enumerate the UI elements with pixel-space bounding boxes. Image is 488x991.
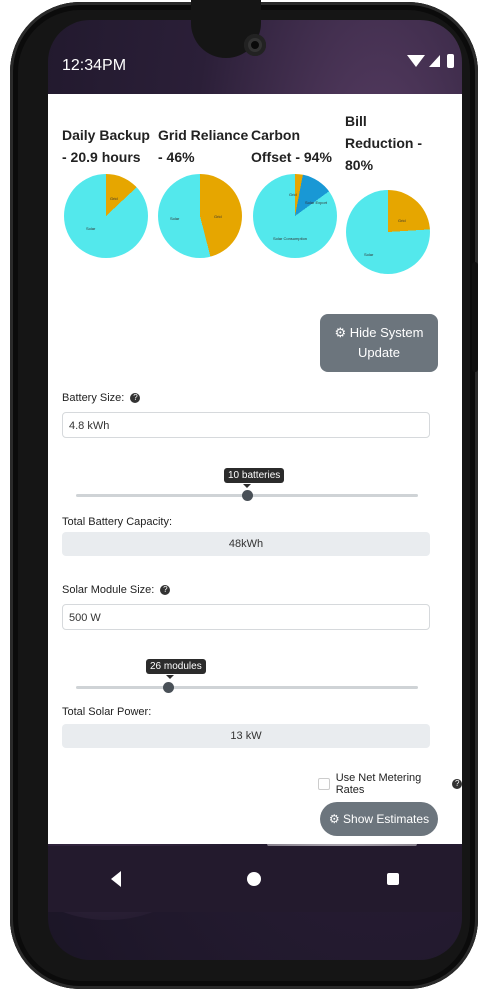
gear-icon: ⚙	[328, 812, 340, 826]
gear-icon: ⚙	[334, 325, 347, 340]
chart-title: Grid Reliance - 46%	[158, 127, 249, 165]
net-metering-checkbox[interactable]	[318, 778, 330, 790]
pie-slice-label: Solar	[364, 252, 374, 257]
android-nav-bar	[48, 846, 462, 912]
pie-slice-label: Grid	[398, 218, 406, 223]
tooltip-arrow	[243, 484, 251, 488]
solar-slider-thumb[interactable]	[163, 682, 175, 693]
battery-slider-tooltip: 10 batteries	[224, 468, 285, 483]
status-icons	[407, 54, 454, 68]
battery-slider-thumb[interactable]	[242, 490, 253, 501]
pie-slice-label: Solar Export	[305, 200, 328, 205]
pie-chart: Grid Solar Export Solar Consumption	[253, 174, 337, 258]
app-content: Daily Backup - 20.9 hours Grid Reliance …	[48, 94, 462, 844]
show-estimates-label: Show Estimates	[343, 812, 430, 826]
chart-grid-reliance: Grid Reliance - 46%	[158, 94, 254, 168]
help-icon[interactable]: ?	[452, 779, 462, 789]
total-solar-power-value: 13 kW	[62, 724, 430, 748]
battery-size-text: Battery Size:	[62, 392, 125, 404]
solar-module-size-label: Solar Module Size: ?	[62, 584, 171, 596]
status-time: 12:34PM	[62, 57, 127, 74]
battery-icon	[447, 54, 454, 68]
side-button	[472, 262, 478, 372]
net-metering-label: Use Net Metering Rates	[335, 772, 422, 796]
wifi-icon	[407, 55, 425, 67]
pie-chart: Grid Solar	[158, 174, 242, 258]
show-estimates-button[interactable]: ⚙ Show Estimates	[320, 802, 438, 836]
battery-size-label: Battery Size: ?	[62, 392, 141, 404]
total-solar-power-label: Total Solar Power:	[62, 706, 152, 718]
recents-icon[interactable]	[387, 873, 399, 885]
chart-daily-backup: Daily Backup - 20.9 hours	[62, 94, 158, 168]
solar-slider-track[interactable]	[76, 686, 418, 689]
chart-title: Bill Reduction - 80%	[345, 113, 422, 173]
chart-carbon-offset: Carbon Offset - 94%	[251, 94, 347, 168]
signal-icon	[429, 55, 440, 67]
net-metering-option[interactable]: Use Net Metering Rates ?	[318, 772, 462, 796]
total-battery-capacity-label: Total Battery Capacity:	[62, 516, 173, 528]
hide-system-update-label: Hide System Update	[349, 325, 424, 360]
pie-slice-label: Grid	[289, 192, 297, 197]
hide-system-update-button[interactable]: ⚙ Hide System Update	[320, 314, 438, 372]
solar-module-size-text: Solar Module Size:	[62, 584, 155, 596]
chart-title: Daily Backup - 20.9 hours	[62, 127, 150, 165]
chart-bill-reduction: Bill Reduction - 80%	[345, 94, 441, 176]
back-icon[interactable]	[111, 871, 121, 887]
help-icon[interactable]: ?	[130, 393, 141, 404]
help-icon[interactable]: ?	[160, 585, 171, 596]
pie-slice-label: Grid	[214, 214, 222, 219]
pie-slice-label: Solar	[86, 226, 96, 231]
chart-title: Carbon Offset - 94%	[251, 127, 332, 165]
home-icon[interactable]	[247, 872, 261, 886]
solar-slider-tooltip: 26 modules	[146, 659, 206, 674]
camera-icon	[244, 34, 266, 56]
pie-slice-label: Solar Consumption	[273, 236, 308, 241]
solar-module-size-input[interactable]: 500 W	[62, 604, 430, 630]
pie-slice-label: Solar	[170, 216, 180, 221]
pie-chart: Grid Solar	[346, 190, 430, 274]
total-battery-capacity-value: 48kWh	[62, 532, 430, 556]
pie-slice-label: Grid	[110, 196, 118, 201]
battery-size-input[interactable]: 4.8 kWh	[62, 412, 430, 438]
charts-row: Daily Backup - 20.9 hours Grid Reliance …	[48, 94, 448, 304]
pie-chart: Grid Solar	[64, 174, 148, 258]
tooltip-arrow	[166, 675, 174, 679]
